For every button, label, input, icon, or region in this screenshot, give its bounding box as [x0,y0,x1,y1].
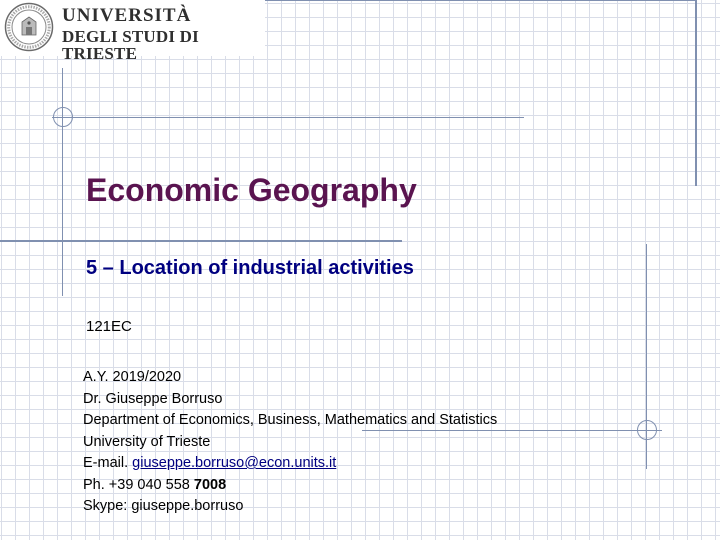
academic-year: A.Y. 2019/2020 [83,369,182,385]
phone-line: Ph. +39 040 558 7008 [83,475,497,497]
left-vertical-line-upper [62,68,63,296]
email-label: E-mail. [83,455,133,471]
right-vertical-line [695,0,697,186]
lecturer-name: Dr. Giuseppe Borruso [83,390,223,407]
slide-title: Economic Geography [86,172,417,208]
lower-right-circle-ornament [637,420,657,440]
university-logo: UNIVERSITÀ DEGLI STUDI DI TRIESTE [0,0,265,62]
university-text: University of Trieste [83,433,211,450]
university-name: UNIVERSITÀ DEGLI STUDI DI TRIESTE [62,6,265,62]
university-name-line2: DEGLI STUDI DI TRIESTE [62,27,199,63]
phone-extension: 7008 [193,476,227,493]
email-line: E-mail. giuseppe.borruso@econ.units.it [83,453,497,475]
lecturer-info: A.Y. 2019/2020 Dr. Giuseppe Borruso Depa… [83,367,497,518]
university-name-line1: UNIVERSITÀ [62,5,192,26]
upper-horizontal-line [52,117,524,118]
email-link[interactable]: giuseppe.borruso@econ.units.it [132,455,336,471]
top-right-divider-line [265,0,695,1]
course-code: 121EC [86,318,132,335]
slide-subtitle: 5 – Location of industrial activities [86,257,414,279]
middle-horizontal-line [0,240,402,242]
university-seal-icon [4,2,54,52]
department-name: Department of Economics, Business, Mathe… [83,412,498,428]
skype-line: Skype: giuseppe.borruso [83,498,244,514]
upper-left-circle-ornament [53,107,73,127]
phone-number: Ph. +39 040 558 [83,476,194,493]
